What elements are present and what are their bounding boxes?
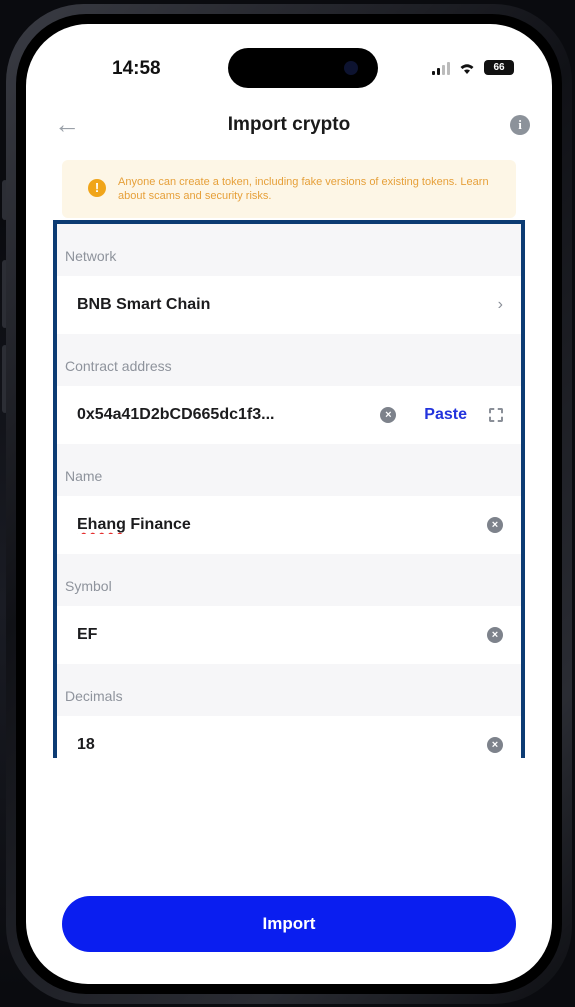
phone-screen: 14:58 66 ← Import crypto i ! Anyone can … [26,24,552,984]
status-bar: 14:58 66 [26,24,552,94]
token-form: Network BNB Smart Chain › Contract addre… [53,220,525,774]
network-label: Network [65,248,117,264]
name-field[interactable]: Ehang Finance × [57,496,521,554]
clear-icon[interactable]: × [487,517,503,533]
clear-icon[interactable]: × [487,627,503,643]
header: ← Import crypto i [26,102,552,148]
clear-icon[interactable]: × [487,737,503,753]
warning-text[interactable]: Anyone can create a token, including fak… [118,175,506,203]
status-icons: 66 [432,60,514,75]
dynamic-island [228,48,378,88]
decimals-label: Decimals [65,688,123,704]
name-value[interactable]: Ehang Finance [77,516,487,534]
warning-banner: ! Anyone can create a token, including f… [62,160,516,218]
status-time: 14:58 [112,58,161,79]
battery-icon: 66 [484,60,514,75]
chevron-right-icon: › [497,296,503,313]
phone-frame: 14:58 66 ← Import crypto i ! Anyone can … [6,4,572,1004]
paste-button[interactable]: Paste [424,406,467,424]
info-icon[interactable]: i [510,115,530,135]
decimals-field[interactable]: 18 × [57,716,521,774]
symbol-field[interactable]: EF × [57,606,521,664]
signal-icon [432,61,450,75]
contract-address-label: Contract address [65,358,172,374]
phone-bezel: 14:58 66 ← Import crypto i ! Anyone can … [16,14,562,994]
name-value-rest: Finance [125,516,191,533]
clear-icon[interactable]: × [380,407,397,423]
wifi-icon [460,63,474,74]
symbol-label: Symbol [65,578,112,594]
contract-address-field[interactable]: 0x54a41D2bCD665dc1f3... × Paste [57,386,521,444]
name-value-misspelled: Ehang [77,516,126,533]
camera-icon [344,61,358,75]
page-title: Import crypto [227,114,351,135]
import-button[interactable]: Import [62,896,516,952]
network-value: BNB Smart Chain [77,296,211,313]
symbol-value[interactable]: EF [77,626,487,644]
decimals-value[interactable]: 18 [77,736,487,754]
scan-icon[interactable] [489,408,503,422]
network-selector[interactable]: BNB Smart Chain › [57,276,521,334]
contract-address-value[interactable]: 0x54a41D2bCD665dc1f3... [77,406,380,424]
name-label: Name [65,468,103,484]
warning-icon: ! [88,179,106,197]
